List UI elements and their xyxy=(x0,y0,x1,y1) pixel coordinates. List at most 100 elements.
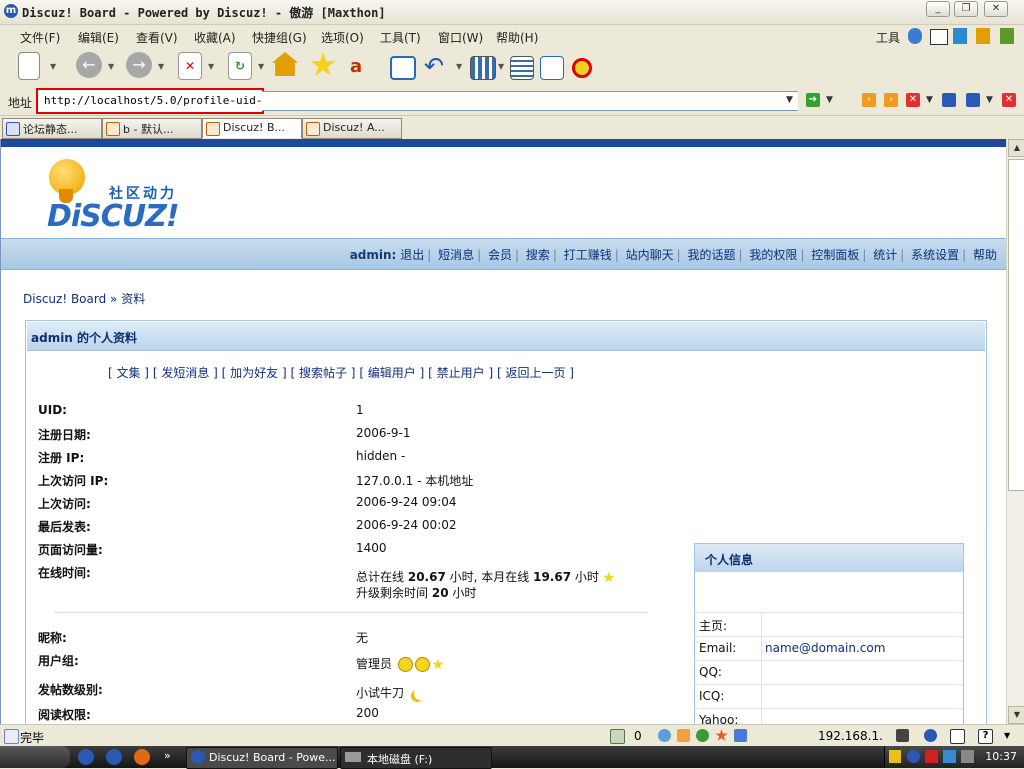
tab-forum-static[interactable]: 论坛静态... xyxy=(2,118,102,139)
chevron-down-icon[interactable]: ▼ xyxy=(208,62,214,71)
action-add-friend[interactable]: [ 加为好友 ] xyxy=(222,366,287,380)
maxthon-icon[interactable] xyxy=(924,729,937,742)
window-icon[interactable] xyxy=(930,29,948,45)
chevron-down-icon[interactable]: ▼ xyxy=(826,95,833,105)
chevron-down-icon[interactable]: ▼ xyxy=(158,62,164,71)
nav-link-settings[interactable]: 系统设置 xyxy=(911,248,959,262)
menu-favorites[interactable]: 收藏(A) xyxy=(194,29,236,46)
block-icon[interactable] xyxy=(572,58,592,78)
edit-icon[interactable] xyxy=(734,729,747,742)
nav-link-search[interactable]: 搜索 xyxy=(526,248,550,262)
user-icon[interactable] xyxy=(908,28,922,44)
favorites-star-icon[interactable] xyxy=(310,52,336,76)
logo-text[interactable]: DiSCUZ! xyxy=(47,199,180,234)
chevron-down-icon[interactable]: ▼ xyxy=(50,62,56,71)
undo-close-icon[interactable]: ↶ xyxy=(424,52,454,82)
address-input[interactable]: http://localhost/5.0/profile-uid-1/ xyxy=(36,88,276,114)
chevron-down-icon[interactable]: ▼ xyxy=(786,95,793,105)
volume-icon[interactable] xyxy=(961,750,974,763)
action-search-posts[interactable]: [ 搜索帖子 ] xyxy=(290,366,355,380)
popup-icon[interactable] xyxy=(390,56,416,80)
nav-link-members[interactable]: 会员 xyxy=(488,248,512,262)
column-icon[interactable] xyxy=(470,56,496,80)
translate-icon[interactable]: a xyxy=(350,52,380,82)
next-tab-icon[interactable]: › xyxy=(884,93,898,107)
vertical-scrollbar[interactable]: ▲ ▼ xyxy=(1006,139,1024,724)
nav-link-work[interactable]: 打工赚钱 xyxy=(564,248,612,262)
chevron-down-icon[interactable]: ▼ xyxy=(258,62,264,71)
maxthon-icon[interactable] xyxy=(78,749,94,765)
maxthon-icon[interactable] xyxy=(106,749,122,765)
chevron-down-icon[interactable]: ▼ xyxy=(498,62,504,71)
nav-link-stats[interactable]: 统计 xyxy=(873,248,897,262)
restore-button[interactable]: ❐ xyxy=(954,1,978,17)
forward-icon[interactable]: → xyxy=(126,52,152,78)
puzzle-icon[interactable] xyxy=(1000,28,1014,44)
flower-icon[interactable] xyxy=(715,729,728,741)
action-edit-user[interactable]: [ 编辑用户 ] xyxy=(359,366,424,380)
back-icon[interactable]: ← xyxy=(76,52,102,78)
nav-link-my-topics[interactable]: 我的话题 xyxy=(688,248,736,262)
scroll-down-icon[interactable]: ▼ xyxy=(1008,706,1024,724)
go-icon[interactable]: ➔ xyxy=(806,93,820,107)
stop-icon[interactable]: ✕ xyxy=(178,52,202,80)
prev-tab-icon[interactable]: ‹ xyxy=(862,93,876,107)
maxthon-icon[interactable] xyxy=(907,750,920,763)
edit-icon[interactable] xyxy=(540,56,564,80)
nav-username[interactable]: admin: xyxy=(350,248,397,262)
start-button[interactable] xyxy=(0,746,70,768)
tab-discuz-board[interactable]: Discuz! B... xyxy=(202,118,302,138)
taskbar-item-disk[interactable]: 本地磁盘 (F:) xyxy=(340,747,492,769)
quicklaunch-more-icon[interactable]: » xyxy=(164,749,171,762)
help-icon[interactable]: ? xyxy=(978,729,993,744)
action-ban-user[interactable]: [ 禁止用户 ] xyxy=(428,366,493,380)
nav-link-my-permissions[interactable]: 我的权限 xyxy=(749,248,797,262)
menu-view[interactable]: 查看(V) xyxy=(136,29,178,46)
menu-window[interactable]: 窗口(W) xyxy=(438,29,483,46)
menu-groups[interactable]: 快捷组(G) xyxy=(252,29,307,46)
minimize-button[interactable]: _ xyxy=(926,1,950,17)
menu-help[interactable]: 帮助(H) xyxy=(496,29,538,46)
nav-link-logout[interactable]: 退出 xyxy=(400,248,424,262)
restore-tab-icon[interactable] xyxy=(966,93,980,107)
recycle-icon[interactable] xyxy=(610,729,625,744)
chevron-down-icon[interactable]: ▼ xyxy=(1004,731,1010,740)
paint-icon[interactable] xyxy=(976,28,990,44)
sync-icon[interactable] xyxy=(658,729,671,742)
lock-icon[interactable] xyxy=(889,750,901,763)
nav-link-messages[interactable]: 短消息 xyxy=(438,248,474,262)
download-icon[interactable] xyxy=(696,729,709,742)
minimize-tab-icon[interactable] xyxy=(942,93,956,107)
network-icon[interactable] xyxy=(943,750,956,763)
window-icon[interactable] xyxy=(950,729,965,744)
firefox-icon[interactable] xyxy=(134,749,150,765)
new-page-icon[interactable] xyxy=(18,52,40,80)
menu-tools[interactable]: 工具(T) xyxy=(380,29,421,46)
email-link[interactable]: name@domain.com xyxy=(765,641,885,655)
action-articles[interactable]: [ 文集 ] xyxy=(108,366,149,380)
chevron-down-icon[interactable]: ▼ xyxy=(926,95,933,105)
close-window-button[interactable]: ✕ xyxy=(984,1,1008,17)
breadcrumb[interactable]: Discuz! Board » 资料 xyxy=(23,290,145,307)
home-icon[interactable] xyxy=(272,52,298,76)
scroll-up-icon[interactable]: ▲ xyxy=(1008,139,1024,157)
taskbar-item-browser[interactable]: Discuz! Board - Powe... xyxy=(186,747,338,769)
chevron-down-icon[interactable]: ▼ xyxy=(456,62,462,71)
menu-file[interactable]: 文件(F) xyxy=(20,29,60,46)
refresh-icon[interactable]: ↻ xyxy=(228,52,252,80)
antivirus-icon[interactable] xyxy=(925,750,938,763)
tab-discuz-admin[interactable]: Discuz! A... xyxy=(302,118,402,139)
tools-label[interactable]: 工具 xyxy=(876,29,900,46)
action-send-message[interactable]: [ 发短消息 ] xyxy=(153,366,218,380)
nav-link-help[interactable]: 帮助 xyxy=(973,248,997,262)
nav-link-control-panel[interactable]: 控制面板 xyxy=(811,248,859,262)
chevron-down-icon[interactable]: ▼ xyxy=(108,62,114,71)
list-icon[interactable] xyxy=(510,56,534,80)
scrollbar-thumb[interactable] xyxy=(1008,159,1024,491)
tab-default[interactable]: b - 默认... xyxy=(102,118,202,139)
keyboard-icon[interactable] xyxy=(896,729,909,742)
menu-edit[interactable]: 编辑(E) xyxy=(78,29,119,46)
close-page-icon[interactable]: ✕ xyxy=(1002,93,1016,107)
nav-link-chat[interactable]: 站内聊天 xyxy=(626,248,674,262)
action-go-back[interactable]: [ 返回上一页 ] xyxy=(497,366,574,380)
